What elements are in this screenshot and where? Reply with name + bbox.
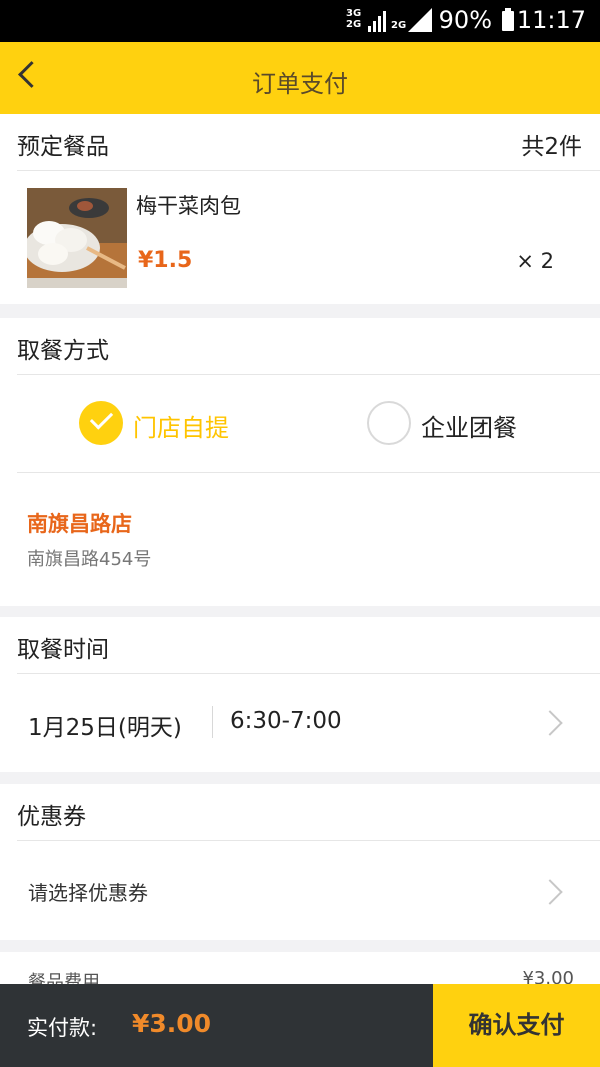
pay-label: 实付款: [27, 1016, 98, 1040]
confirm-pay-button[interactable]: 确认支付 [433, 984, 600, 1067]
battery-level: 90% [438, 6, 492, 34]
app-header: 订单支付 [0, 42, 600, 114]
page-title: 订单支付 [252, 70, 348, 98]
pickup-time-slot[interactable]: 6:30-7:00 [230, 708, 342, 734]
divider [17, 472, 600, 473]
battery-icon [502, 8, 514, 31]
product-name: 梅干菜肉包 [136, 194, 241, 218]
coupon-section [0, 784, 600, 940]
store-name: 南旗昌路店 [27, 512, 132, 536]
product-quantity: × 2 [516, 249, 554, 273]
pay-amount: ¥3.00 [132, 1009, 212, 1038]
steamed-bun-image [27, 188, 127, 288]
pickup-date[interactable]: 1月25日(明天) [28, 708, 182, 742]
clock: 11:17 [516, 6, 586, 34]
product-image [27, 188, 127, 288]
items-section-title: 预定餐品 [17, 134, 109, 160]
self-pickup-radio[interactable] [79, 401, 123, 445]
status-bar: 3G 2G 2G 90% 11:17 [0, 0, 600, 42]
divider [17, 374, 600, 375]
group-meal-radio[interactable] [367, 401, 411, 445]
self-pickup-label[interactable]: 门店自提 [133, 408, 229, 443]
divider [17, 673, 600, 674]
coupon-title: 优惠券 [17, 804, 86, 830]
pickup-method-title: 取餐方式 [17, 338, 109, 364]
separator [212, 706, 213, 738]
coupon-select[interactable]: 请选择优惠券 [28, 877, 148, 906]
divider [17, 170, 600, 171]
group-meal-label[interactable]: 企业团餐 [421, 408, 517, 443]
network-indicator-2: 2G [391, 20, 407, 31]
checkout-bar: 实付款: ¥3.00 确认支付 [0, 984, 600, 1067]
network-indicator: 3G 2G [346, 8, 362, 30]
divider [17, 840, 600, 841]
product-price: ¥1.5 [138, 248, 193, 273]
pickup-time-title: 取餐时间 [17, 637, 109, 663]
store-address: 南旗昌路454号 [27, 549, 152, 570]
items-count: 共2件 [521, 134, 582, 160]
signal-icon [368, 11, 386, 32]
signal-icon-2 [408, 8, 432, 32]
